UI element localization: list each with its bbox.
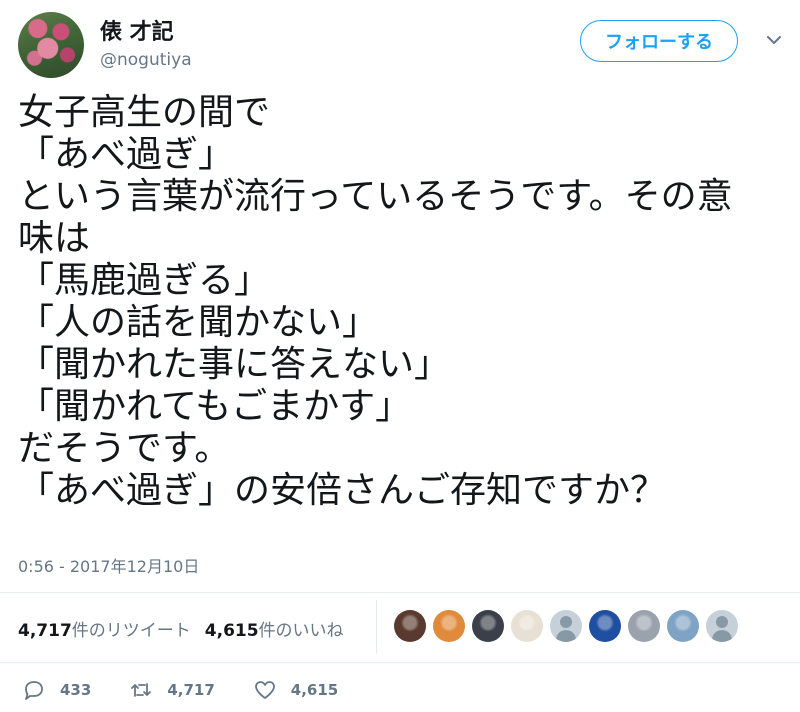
tweet-line: という言葉が流行っているそうです。その意 — [18, 176, 733, 217]
liker-avatar-8[interactable] — [667, 610, 699, 642]
like-action[interactable]: 4,615 — [253, 678, 338, 702]
tweet-line: 「あべ過ぎ」 — [18, 134, 235, 175]
default-avatar[interactable] — [550, 610, 582, 642]
tweet-line: 味は — [18, 218, 91, 259]
tweet-line: 女子高生の間で — [18, 92, 271, 133]
liker-avatar-2[interactable] — [433, 610, 465, 642]
tweet-line: 「聞かれてもごまかす」 — [18, 386, 412, 427]
liker-avatar-3[interactable] — [472, 610, 504, 642]
reply-action[interactable]: 433 — [22, 678, 91, 702]
tweet-line: 「聞かれた事に答えない」 — [18, 344, 451, 385]
tweet-line: 「人の話を聞かない」 — [18, 302, 379, 343]
divider — [0, 592, 800, 593]
author-avatar[interactable] — [18, 12, 84, 78]
stats-divider — [376, 600, 377, 654]
default-avatar[interactable] — [706, 610, 738, 642]
reply-icon — [25, 681, 43, 700]
liker-avatar-7[interactable] — [628, 610, 660, 642]
action-bar: 433 4,717 4,615 — [22, 678, 376, 702]
reply-count: 433 — [60, 681, 92, 699]
retweet-stat-count: 4,717 — [18, 621, 72, 641]
chevron-down-icon[interactable] — [764, 30, 784, 50]
retweet-stat[interactable]: 4,717件のリツイート — [18, 621, 191, 641]
tweet-line: 「馬鹿過ぎる」 — [18, 260, 271, 301]
engagement-stats: 4,717件のリツイート 4,615件のいいね — [18, 616, 344, 641]
like-stat-label: 件のいいね — [258, 621, 344, 641]
liker-avatars — [394, 610, 745, 642]
tweet-timestamp[interactable]: 0:56 - 2017年12月10日 — [18, 553, 199, 577]
liker-avatar-1[interactable] — [394, 610, 426, 642]
author-handle[interactable]: @nogutiya — [100, 50, 192, 70]
heart-icon — [254, 681, 275, 699]
like-stat-count: 4,615 — [204, 621, 259, 641]
tweet-text: 女子高生の間で 「あべ過ぎ」 という言葉が流行っているそうです。その意 味は 「… — [18, 92, 788, 512]
like-stat[interactable]: 4,615件のいいね — [205, 621, 344, 641]
like-count: 4,615 — [290, 681, 339, 699]
divider — [0, 662, 800, 663]
follow-button[interactable]: フォローする — [580, 20, 738, 62]
retweet-icon — [131, 683, 152, 697]
liker-avatar-4[interactable] — [511, 610, 543, 642]
retweet-action[interactable]: 4,717 — [129, 678, 215, 702]
retweet-stat-label: 件のリツイート — [71, 621, 191, 641]
author-display-name[interactable]: 俵 才記 — [100, 14, 174, 46]
liker-avatar-6[interactable] — [589, 610, 621, 642]
tweet-line: 「あべ過ぎ」の安倍さんご存知ですか？ — [18, 470, 667, 511]
tweet-line: だそうです。 — [18, 428, 231, 469]
retweet-count: 4,717 — [167, 681, 215, 699]
